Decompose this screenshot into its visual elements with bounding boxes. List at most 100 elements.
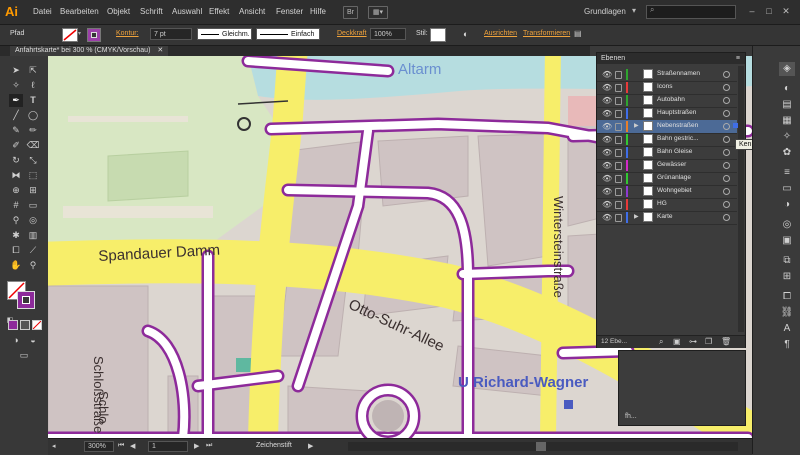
target-circle-icon[interactable] bbox=[723, 149, 730, 156]
magic-wand-tool-icon[interactable]: ✧ bbox=[9, 79, 23, 92]
visibility-eye-icon[interactable]: 👁 bbox=[602, 174, 612, 183]
control-options-icon[interactable]: ▤ bbox=[574, 29, 582, 38]
target-circle-icon[interactable] bbox=[723, 97, 730, 104]
lock-icon[interactable] bbox=[615, 123, 622, 131]
fill-swatch[interactable] bbox=[62, 28, 78, 42]
horizontal-scrollbar[interactable] bbox=[348, 442, 738, 451]
zoom-tool-icon[interactable]: ⚲ bbox=[26, 259, 40, 272]
pen-tool-icon[interactable]: ✒ bbox=[9, 94, 23, 107]
appearance-panel-icon[interactable]: ◎ bbox=[779, 218, 795, 232]
draw-inside-icon[interactable]: ◒ bbox=[26, 334, 40, 347]
align-link[interactable]: Ausrichten bbox=[484, 30, 517, 37]
layer-row[interactable]: 👁 HG bbox=[597, 198, 737, 212]
visibility-eye-icon[interactable]: 👁 bbox=[602, 200, 612, 209]
perspective-grid-tool-icon[interactable]: ⊞ bbox=[26, 184, 40, 197]
stroke-panel-icon[interactable]: ≡ bbox=[779, 166, 795, 180]
menu-auswahl[interactable]: Auswahl bbox=[172, 7, 202, 16]
status-arrow-icon[interactable]: ▶ bbox=[308, 442, 313, 450]
menu-bearbeiten[interactable]: Bearbeiten bbox=[60, 7, 99, 16]
menu-schrift[interactable]: Schrift bbox=[140, 7, 163, 16]
workspace-switcher[interactable]: Grundlagen bbox=[584, 7, 626, 16]
lock-icon[interactable] bbox=[615, 136, 622, 144]
gradient-tool-icon[interactable]: ▭ bbox=[26, 199, 40, 212]
menu-effekt[interactable]: Effekt bbox=[209, 7, 229, 16]
target-circle-icon[interactable] bbox=[723, 136, 730, 143]
close-tab-icon[interactable]: ✕ bbox=[157, 47, 163, 54]
arrange-documents-button[interactable]: ▦▾ bbox=[368, 6, 388, 19]
visibility-eye-icon[interactable]: 👁 bbox=[602, 161, 612, 170]
lock-icon[interactable] bbox=[615, 84, 622, 92]
visibility-eye-icon[interactable]: 👁 bbox=[602, 135, 612, 144]
color-guide-icon[interactable]: ▤ bbox=[779, 98, 795, 112]
artboard-number-field[interactable]: 1 bbox=[148, 441, 188, 452]
panel-menu-icon[interactable]: ≡ bbox=[736, 53, 740, 64]
visibility-eye-icon[interactable]: 👁 bbox=[602, 70, 612, 79]
workspace-dropdown-icon[interactable]: ▾ bbox=[632, 6, 636, 15]
target-circle-icon[interactable] bbox=[723, 214, 730, 221]
visibility-eye-icon[interactable]: 👁 bbox=[602, 148, 612, 157]
stroke-color-box[interactable] bbox=[17, 291, 35, 309]
stroke-swatch[interactable] bbox=[87, 28, 101, 42]
stroke-weight-field[interactable]: 7 pt bbox=[150, 28, 192, 40]
eyedropper-tool-icon[interactable]: ⚲ bbox=[9, 214, 23, 227]
locate-object-icon[interactable]: ⌕ bbox=[659, 337, 663, 347]
slice-tool-icon[interactable]: ⟋ bbox=[26, 244, 40, 257]
search-input[interactable] bbox=[646, 5, 736, 19]
expand-arrow-icon[interactable]: ▶ bbox=[634, 213, 639, 220]
layer-row[interactable]: 👁 Bahn gestric... bbox=[597, 133, 737, 147]
layer-row[interactable]: 👁 Icons bbox=[597, 81, 737, 95]
visibility-eye-icon[interactable]: 👁 bbox=[602, 109, 612, 118]
next-artboard-icon[interactable]: ▶ bbox=[194, 442, 199, 450]
document-tab[interactable]: Anfahrtskarte* bei 300 % (CMYK/Vorschau)… bbox=[10, 46, 169, 56]
align-panel-icon[interactable]: ⊞ bbox=[779, 270, 795, 284]
scale-tool-icon[interactable]: ⤡ bbox=[26, 154, 40, 167]
character-panel-icon[interactable]: A bbox=[779, 322, 795, 336]
target-circle-icon[interactable] bbox=[723, 162, 730, 169]
hand-tool-icon[interactable]: ✋ bbox=[9, 259, 23, 272]
rotate-tool-icon[interactable]: ↻ bbox=[9, 154, 23, 167]
brushes-panel-icon[interactable]: ✧ bbox=[779, 130, 795, 144]
layer-row[interactable]: 👁 Gewässer bbox=[597, 159, 737, 173]
delete-layer-icon[interactable]: 🗑 bbox=[721, 337, 731, 346]
target-circle-icon[interactable] bbox=[723, 123, 730, 130]
layer-row[interactable]: 👁 Straßennamen bbox=[597, 68, 737, 82]
lock-icon[interactable] bbox=[615, 201, 622, 209]
gradient-mode-icon[interactable] bbox=[20, 320, 30, 330]
recolor-artwork-icon[interactable]: ◐ bbox=[463, 29, 468, 39]
free-transform-tool-icon[interactable]: ⬚ bbox=[26, 169, 40, 182]
layer-row[interactable]: 👁 Hauptstraßen bbox=[597, 107, 737, 121]
lock-icon[interactable] bbox=[615, 71, 622, 79]
swatches-panel-icon[interactable]: ▦ bbox=[779, 114, 795, 128]
graphic-style-swatch[interactable] bbox=[430, 28, 446, 42]
bridge-button[interactable]: Br bbox=[343, 6, 358, 19]
brush-definition[interactable]: Einfach bbox=[256, 28, 320, 40]
ellipse-tool-icon[interactable]: ◯ bbox=[26, 109, 40, 122]
symbols-panel-icon[interactable]: ✿ bbox=[779, 146, 795, 160]
draw-mode-icon[interactable]: ◑ bbox=[9, 334, 23, 347]
eraser-tool-icon[interactable]: ⌫ bbox=[26, 139, 40, 152]
pathfinder-panel-icon[interactable]: ⧉ bbox=[779, 254, 795, 268]
line-tool-icon[interactable]: ╱ bbox=[9, 109, 23, 122]
zoom-menu-icon[interactable]: ◂ bbox=[52, 442, 56, 450]
target-circle-icon[interactable] bbox=[723, 71, 730, 78]
blend-tool-icon[interactable]: ◎ bbox=[26, 214, 40, 227]
last-artboard-icon[interactable]: ⏭ bbox=[206, 442, 212, 450]
layers-scrollbar[interactable] bbox=[738, 66, 744, 332]
width-tool-icon[interactable]: ⧓ bbox=[9, 169, 23, 182]
artboard-tool-icon[interactable]: ⧠ bbox=[9, 244, 23, 257]
new-sublayer-icon[interactable]: ⊶ bbox=[689, 337, 697, 346]
blob-brush-tool-icon[interactable]: ✐ bbox=[9, 139, 23, 152]
gradient-panel-icon[interactable]: ▭ bbox=[779, 182, 795, 196]
layer-row[interactable]: 👁 Wohngebiet bbox=[597, 185, 737, 199]
layer-row[interactable]: 👁 ▶ Karte bbox=[597, 211, 737, 225]
mesh-tool-icon[interactable]: # bbox=[9, 199, 23, 212]
paragraph-panel-icon[interactable]: ¶ bbox=[779, 338, 795, 352]
layer-row[interactable]: 👁 Autobahn bbox=[597, 94, 737, 108]
lock-icon[interactable] bbox=[615, 188, 622, 196]
lock-icon[interactable] bbox=[615, 110, 622, 118]
lock-icon[interactable] bbox=[615, 214, 622, 222]
layers-panel-header[interactable]: Ebenen ≡ bbox=[597, 53, 745, 64]
links-panel-icon[interactable]: ⛓ bbox=[779, 306, 795, 320]
color-panel-icon[interactable]: ◐ bbox=[779, 82, 795, 96]
visibility-eye-icon[interactable]: 👁 bbox=[602, 213, 612, 222]
